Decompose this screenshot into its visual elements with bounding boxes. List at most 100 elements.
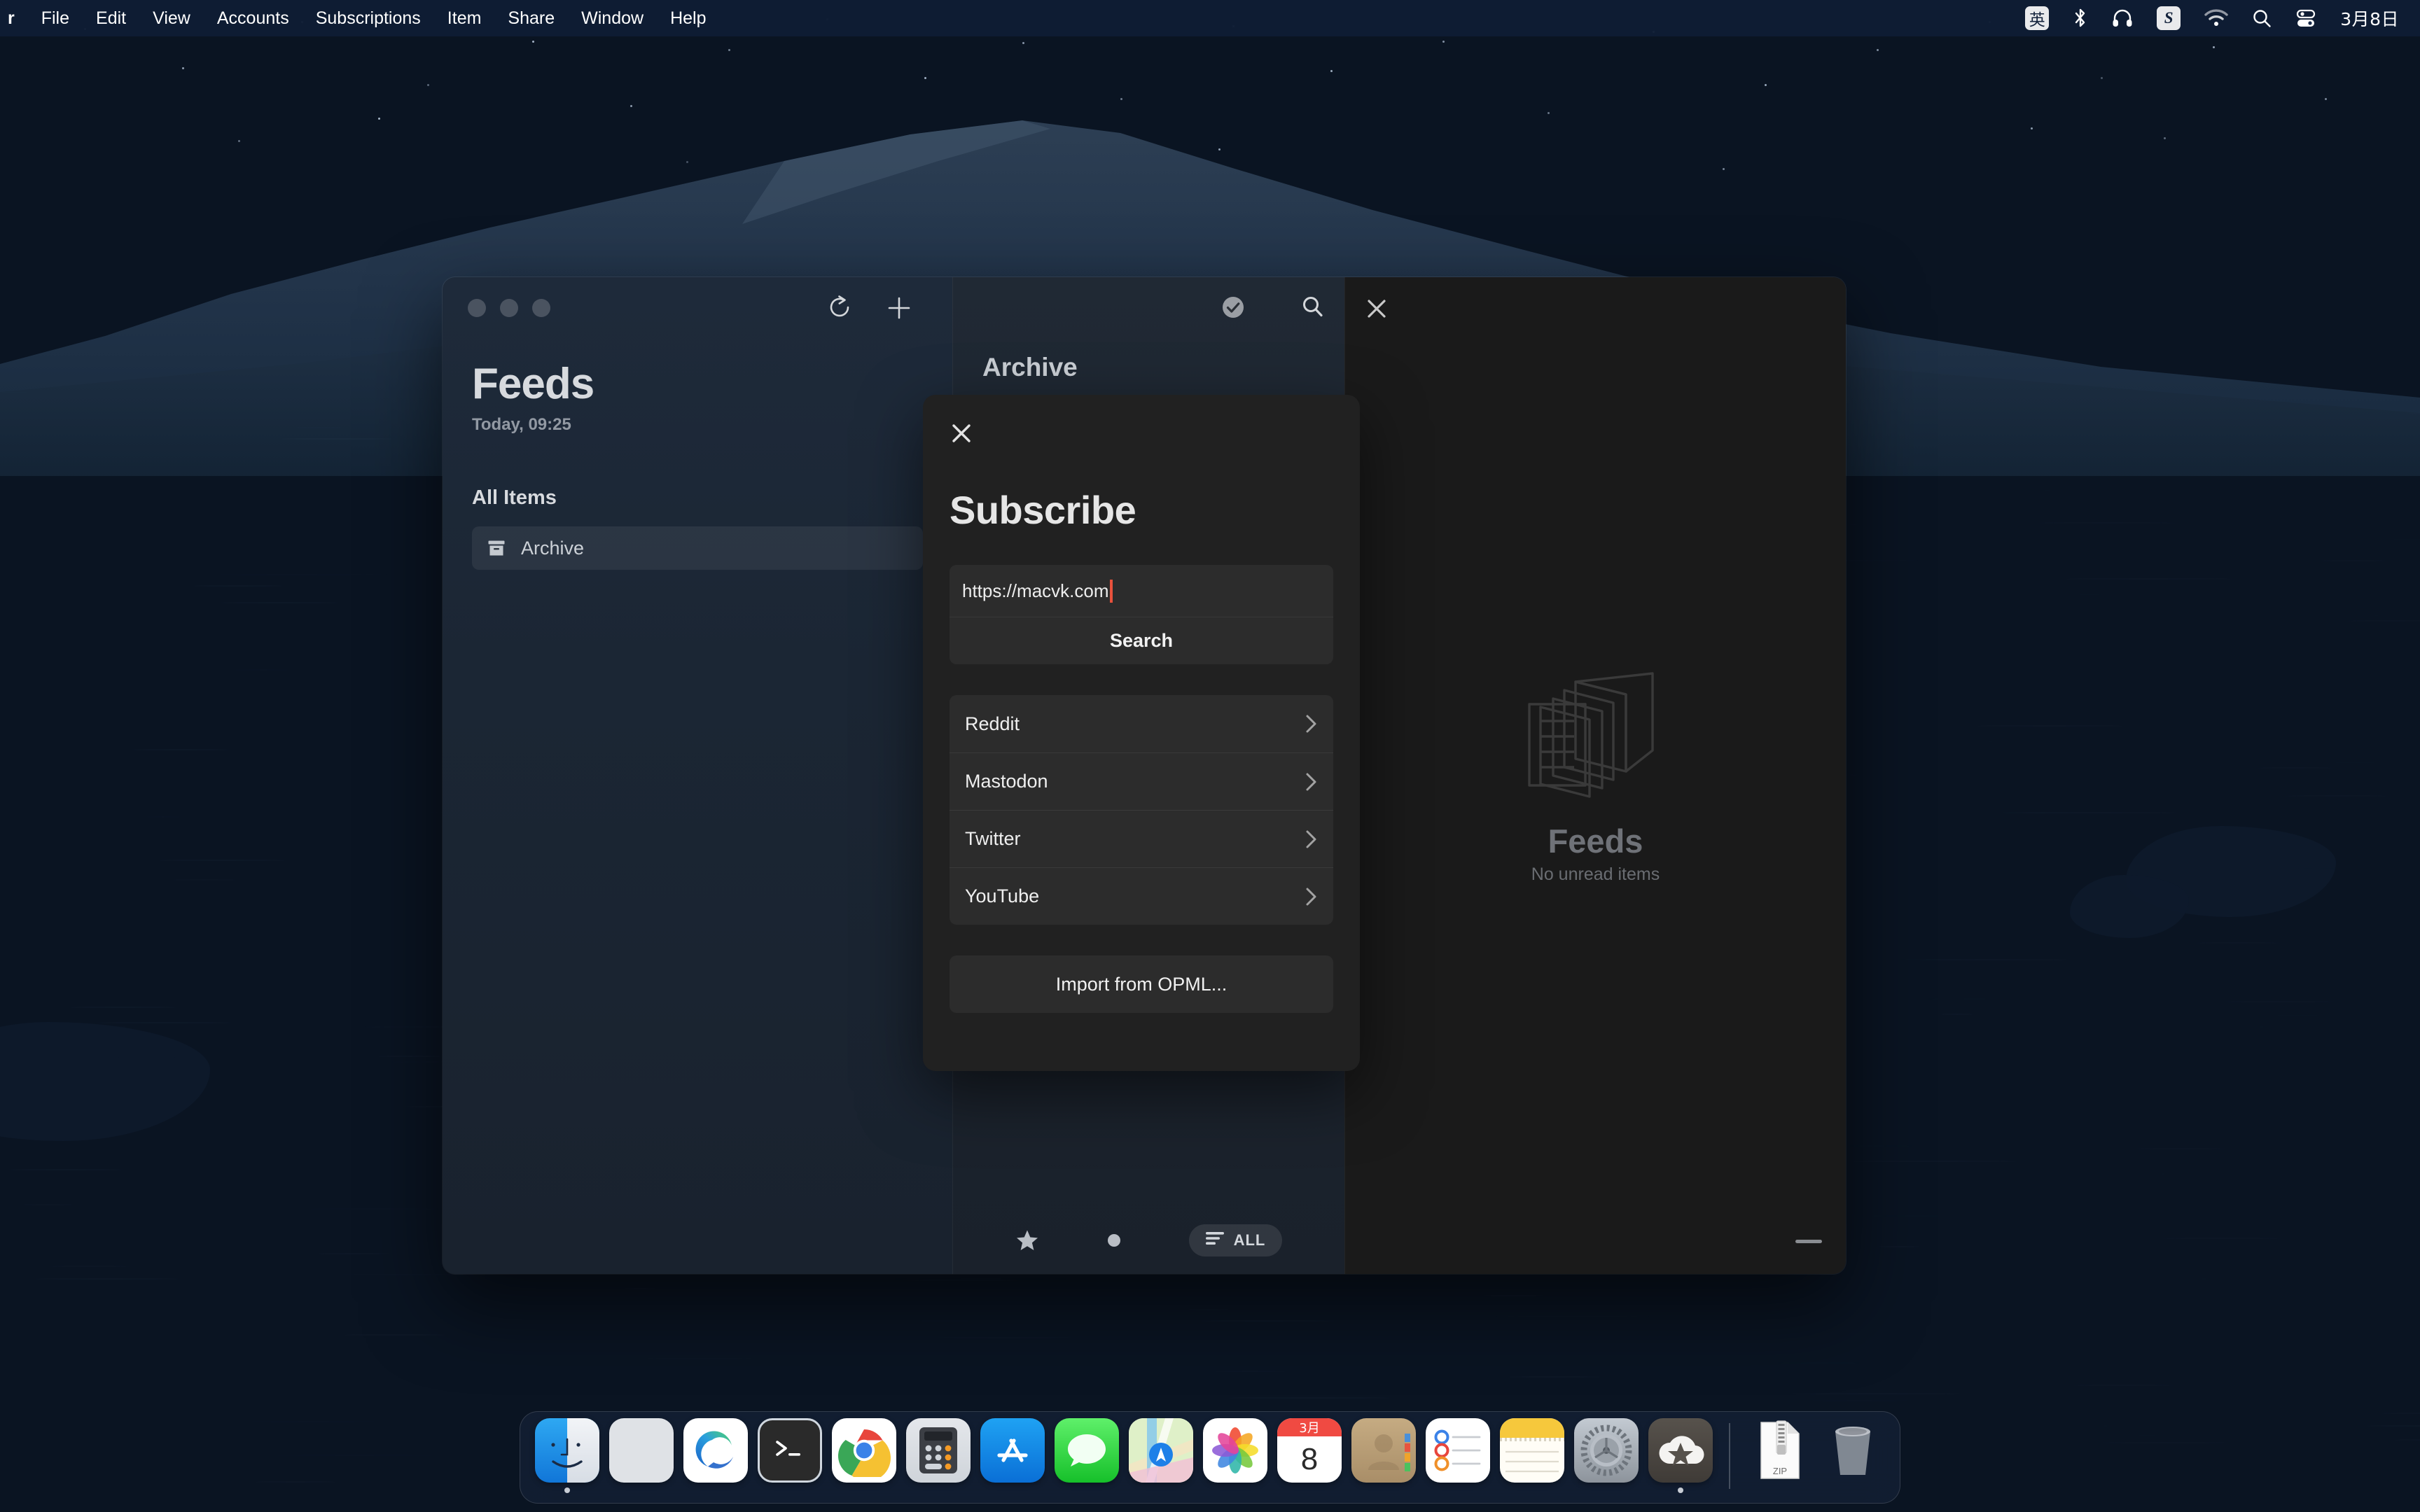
water-ripple [233,669,290,671]
menu-item-help[interactable]: Help [657,8,719,29]
water-ripple [145,816,181,818]
dot-icon[interactable] [1106,1233,1122,1248]
menu-item-r[interactable]: r [0,8,28,29]
water-ripple [48,1266,130,1267]
service-row-twitter[interactable]: Twitter [950,810,1333,867]
menu-item-subscriptions[interactable]: Subscriptions [302,8,434,29]
refresh-icon[interactable] [828,295,851,321]
water-ripple [1482,1295,1545,1296]
menu-item-file[interactable]: File [28,8,83,29]
text-caret [1109,579,1113,603]
page-title: Feeds [472,360,594,408]
search-button[interactable]: Search [950,617,1333,664]
close-icon[interactable] [950,421,973,449]
menu-item-share[interactable]: Share [494,8,568,29]
launchpad-icon [609,1418,674,1483]
sidebar-item-archive[interactable]: Archive [472,526,923,570]
dock: 3月 8 ZIP [520,1411,1900,1504]
water-ripple [2235,1026,2288,1028]
wifi-icon[interactable] [2204,9,2228,27]
article-detail-pane: Feeds No unread items [1344,277,1846,1274]
dock-item-calendar[interactable]: 3月 8 [1272,1418,1347,1493]
water-ripple [2195,942,2281,944]
spotlight-search-icon[interactable] [2252,8,2272,28]
trash-icon [1821,1418,1885,1483]
dock-item-maps[interactable] [1124,1418,1198,1493]
service-row-youtube[interactable]: YouTube [950,867,1333,925]
menu-bar-items: r File Edit View Accounts Subscriptions Item Sh… [0,8,719,29]
water-ripple [1509,1376,1601,1378]
minus-icon[interactable] [1795,1240,1822,1243]
minimize-window-button[interactable] [500,299,518,317]
sogou-input-icon[interactable]: S [2157,6,2181,30]
dock-item-edge[interactable] [679,1418,753,1493]
dock-item-finder[interactable] [530,1418,604,1493]
water-ripple [2050,594,2129,595]
water-ripple [35,1278,179,1280]
close-icon[interactable] [1363,295,1390,326]
dock-item-contacts[interactable] [1347,1418,1421,1493]
dock-item-trash[interactable] [1816,1418,1890,1493]
terminal-icon [758,1418,822,1483]
menu-item-view[interactable]: View [139,8,204,29]
star-icon[interactable] [1015,1229,1039,1252]
filter-all-button[interactable]: ALL [1188,1224,1283,1256]
water-ripple [1962,741,2019,742]
water-ripple [2393,1439,2420,1441]
dock-item-photos[interactable] [1198,1418,1272,1493]
water-ripple [1879,1246,1920,1247]
dock-item-feeds[interactable] [1643,1418,1718,1493]
dock-item-app-store[interactable] [975,1418,1050,1493]
headphones-icon[interactable] [2112,8,2133,28]
list-pane-toolbar [1220,294,1326,321]
running-indicator [1084,1488,1090,1493]
menu-item-edit[interactable]: Edit [83,8,139,29]
empty-state-title: Feeds [1548,822,1643,860]
menu-bar-clock[interactable]: 3月8日 [2340,6,2399,31]
reminders-icon [1426,1418,1490,1483]
dock-item-calculator[interactable] [901,1418,975,1493]
running-indicator [1232,1488,1238,1493]
dialog-title: Subscribe [950,488,1136,532]
menu-item-window[interactable]: Window [568,8,657,29]
water-ripple [1989,812,2075,813]
sidebar-section-title: All Items [472,486,557,510]
chevron-right-icon [1304,886,1318,907]
menu-item-item[interactable]: Item [434,8,495,29]
dock-item-reminders[interactable] [1421,1418,1495,1493]
bluetooth-icon[interactable] [2073,8,2088,29]
dock-item-zip-file[interactable]: ZIP [1741,1418,1816,1493]
dock-item-notes[interactable] [1495,1418,1569,1493]
check-circle-icon[interactable] [1220,294,1246,321]
star [1022,42,1024,44]
water-ripple [2099,1442,2231,1443]
water-ripple [906,1280,1020,1281]
menu-item-accounts[interactable]: Accounts [204,8,302,29]
control-center-icon[interactable] [2295,8,2316,29]
star [182,67,184,69]
close-window-button[interactable] [468,299,486,317]
dock-item-chrome[interactable] [827,1418,901,1493]
dock-item-messages[interactable] [1050,1418,1124,1493]
filter-all-label: ALL [1233,1231,1266,1249]
dock-separator [1729,1423,1730,1489]
running-indicator [1158,1488,1164,1493]
zoom-window-button[interactable] [532,299,550,317]
star [728,49,730,51]
water-ripple [303,1208,438,1210]
water-ripple [132,749,230,750]
import-opml-button[interactable]: Import from OPML... [950,955,1333,1013]
feed-url-input[interactable]: https://macvk.com [950,565,1333,617]
search-icon[interactable] [1300,294,1326,321]
input-method-icon[interactable]: 英 [2025,6,2050,30]
dock-item-system-preferences[interactable] [1569,1418,1643,1493]
service-row-mastodon[interactable]: Mastodon [950,752,1333,810]
service-row-reddit[interactable]: Reddit [950,695,1333,752]
dock-item-launchpad[interactable] [604,1418,679,1493]
service-label: Mastodon [965,771,1048,792]
plus-icon[interactable] [886,295,912,321]
water-ripple [317,1253,389,1254]
water-ripple [1900,959,1966,960]
dock-item-terminal[interactable] [753,1418,827,1493]
water-ripple [193,585,283,587]
